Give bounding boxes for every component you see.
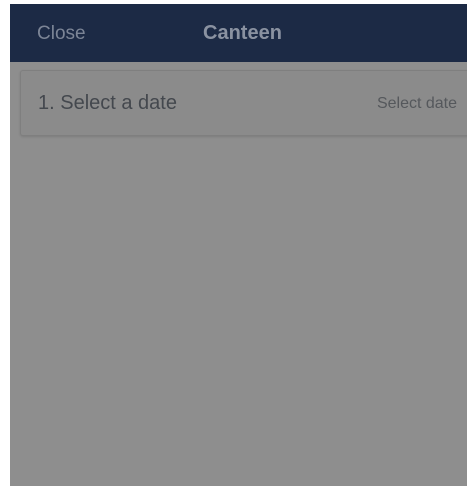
- navigation-bar: Close Canteen: [10, 4, 467, 62]
- select-date-row[interactable]: 1. Select a date Select date: [20, 70, 467, 136]
- close-button[interactable]: Close: [37, 23, 86, 45]
- app-screen: Close Canteen 1. Select a date Select da…: [10, 4, 467, 486]
- page-title: Canteen: [203, 22, 282, 44]
- select-date-value[interactable]: Select date: [377, 95, 457, 113]
- select-date-label: 1. Select a date: [38, 92, 177, 114]
